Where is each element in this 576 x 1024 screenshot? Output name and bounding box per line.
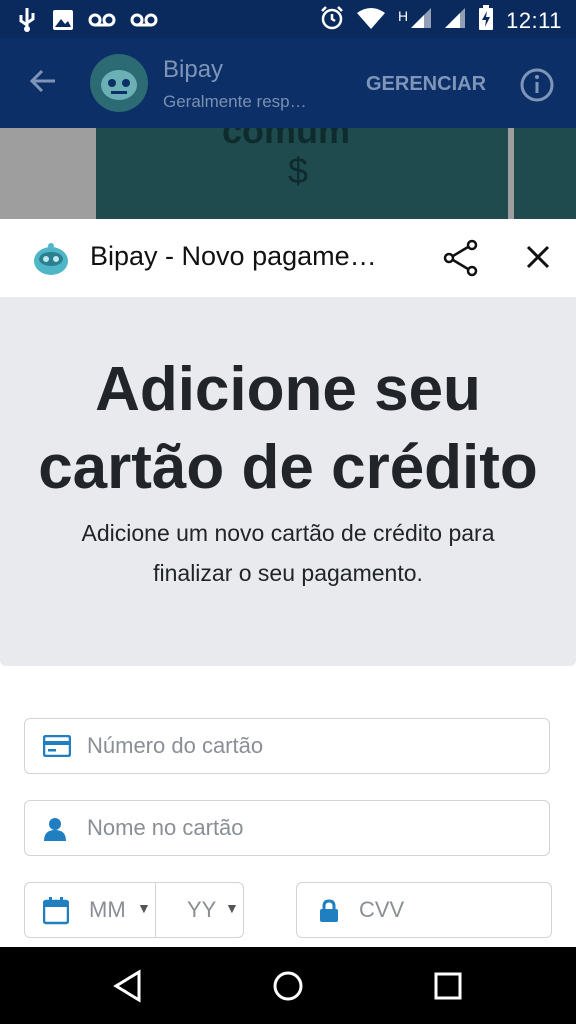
status-bar: H 12:11 xyxy=(0,0,576,38)
status-time: 12:11 xyxy=(506,7,562,33)
network-type: H xyxy=(397,7,409,24)
close-icon[interactable] xyxy=(524,243,552,276)
cvv-field[interactable]: CVV xyxy=(296,882,552,938)
sheet-title: Bipay - Novo pagame… xyxy=(90,241,377,271)
battery-charging-icon xyxy=(478,5,494,36)
cvv-input[interactable]: CVV xyxy=(359,897,404,923)
preview-currency: $ xyxy=(288,150,309,191)
card-name-field[interactable]: Nome no cartão xyxy=(24,800,550,856)
hero-section: Adicione seu cartão de crédito Adicione … xyxy=(0,297,576,666)
sheet-header: Bipay - Novo pagame… xyxy=(0,219,576,298)
month-caret-icon[interactable]: ▼ xyxy=(137,900,151,916)
signal-icon xyxy=(410,7,432,34)
preview-image-secondary xyxy=(514,128,576,219)
navigation-bar xyxy=(0,947,576,1024)
page-description: Adicione um novo cartão de crédito para … xyxy=(81,520,495,586)
chat-subtitle: Geralmente resp… xyxy=(163,92,307,111)
credit-card-icon xyxy=(42,734,72,762)
image-icon xyxy=(52,9,74,36)
voicemail-icon xyxy=(88,12,116,33)
year-caret-icon[interactable]: ▼ xyxy=(225,900,239,916)
info-icon[interactable] xyxy=(520,68,554,107)
alarm-icon xyxy=(320,6,344,35)
home-nav-icon[interactable] xyxy=(272,969,304,1008)
preview-text: comum xyxy=(222,128,351,151)
year-select[interactable]: YY xyxy=(187,897,216,923)
usb-icon xyxy=(16,7,38,38)
lock-icon xyxy=(319,899,339,928)
bipay-logo-icon xyxy=(32,239,70,282)
user-icon xyxy=(43,817,67,846)
calendar-icon xyxy=(42,897,70,930)
card-number-input[interactable]: Número do cartão xyxy=(87,733,263,759)
payment-sheet: Bipay - Novo pagame… Adicione seu cartão… xyxy=(0,219,576,947)
card-name-input[interactable]: Nome no cartão xyxy=(87,815,244,841)
recents-nav-icon[interactable] xyxy=(433,969,463,1008)
wifi-icon xyxy=(356,7,386,34)
chat-title[interactable]: Bipay xyxy=(163,56,223,84)
signal-icon xyxy=(444,7,466,34)
avatar[interactable] xyxy=(90,54,148,112)
back-arrow-icon[interactable] xyxy=(28,66,58,101)
date-divider xyxy=(155,883,156,937)
share-icon[interactable] xyxy=(442,239,480,282)
app-bar: Bipay Geralmente resp… GERENCIAR xyxy=(0,38,576,128)
background-preview: comum $ xyxy=(0,128,576,219)
page-title: Adicione seu cartão de crédito xyxy=(38,355,538,502)
manage-button[interactable]: GERENCIAR xyxy=(366,73,486,96)
card-number-field[interactable]: Número do cartão xyxy=(24,718,550,774)
back-nav-icon[interactable] xyxy=(112,969,142,1008)
voicemail-icon xyxy=(130,12,158,33)
expiry-date-field: MM ▼ YY ▼ xyxy=(24,882,244,938)
month-select[interactable]: MM xyxy=(89,897,126,923)
